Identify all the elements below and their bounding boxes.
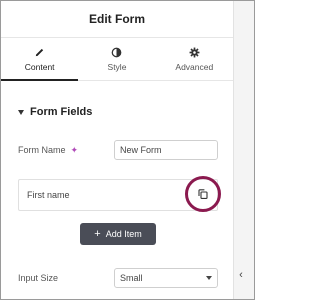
form-name-row: Form Name ✦ New Form	[18, 140, 218, 160]
collapse-panel-button[interactable]: ‹	[234, 266, 248, 284]
panel-side-strip	[233, 1, 254, 299]
add-item-button[interactable]: + Add Item	[80, 223, 156, 245]
tab-content[interactable]: Content	[1, 38, 79, 81]
chevron-left-icon: ‹	[239, 269, 243, 281]
tab-content-label: Content	[24, 61, 55, 72]
plus-icon: +	[94, 227, 101, 240]
panel-tabs: Content Style Advanced	[1, 38, 233, 81]
chevron-down-icon	[206, 276, 212, 280]
sparkle-icon[interactable]: ✦	[71, 145, 79, 156]
repeater-item-label: First name	[27, 190, 70, 200]
pencil-icon	[35, 48, 44, 56]
copy-icon[interactable]	[198, 189, 208, 199]
input-size-row: Input Size Small	[18, 268, 218, 288]
panel-title: Edit Form	[89, 12, 145, 26]
caret-down-icon	[18, 109, 24, 115]
tab-style[interactable]: Style	[78, 38, 155, 80]
panel-header: Edit Form	[1, 1, 233, 38]
tab-style-label: Style	[107, 61, 127, 72]
input-size-select[interactable]: Small	[114, 268, 218, 288]
tab-advanced-label: Advanced	[175, 61, 214, 72]
form-name-input[interactable]: New Form	[114, 140, 218, 160]
input-size-value: Small	[120, 273, 143, 283]
tab-advanced[interactable]: Advanced	[156, 38, 233, 80]
section-title: Form Fields	[30, 106, 93, 118]
gear-icon	[189, 47, 200, 57]
widget-settings-panel: Edit Form Content Style Advanced Form Fi…	[1, 1, 233, 299]
add-item-label: Add Item	[105, 229, 142, 239]
duplicate-highlight-ring	[185, 176, 221, 212]
input-size-label: Input Size	[18, 273, 59, 283]
form-name-label: Form Name	[18, 145, 66, 155]
section-toggle-form-fields[interactable]: Form Fields	[18, 106, 92, 118]
contrast-icon	[112, 47, 122, 57]
